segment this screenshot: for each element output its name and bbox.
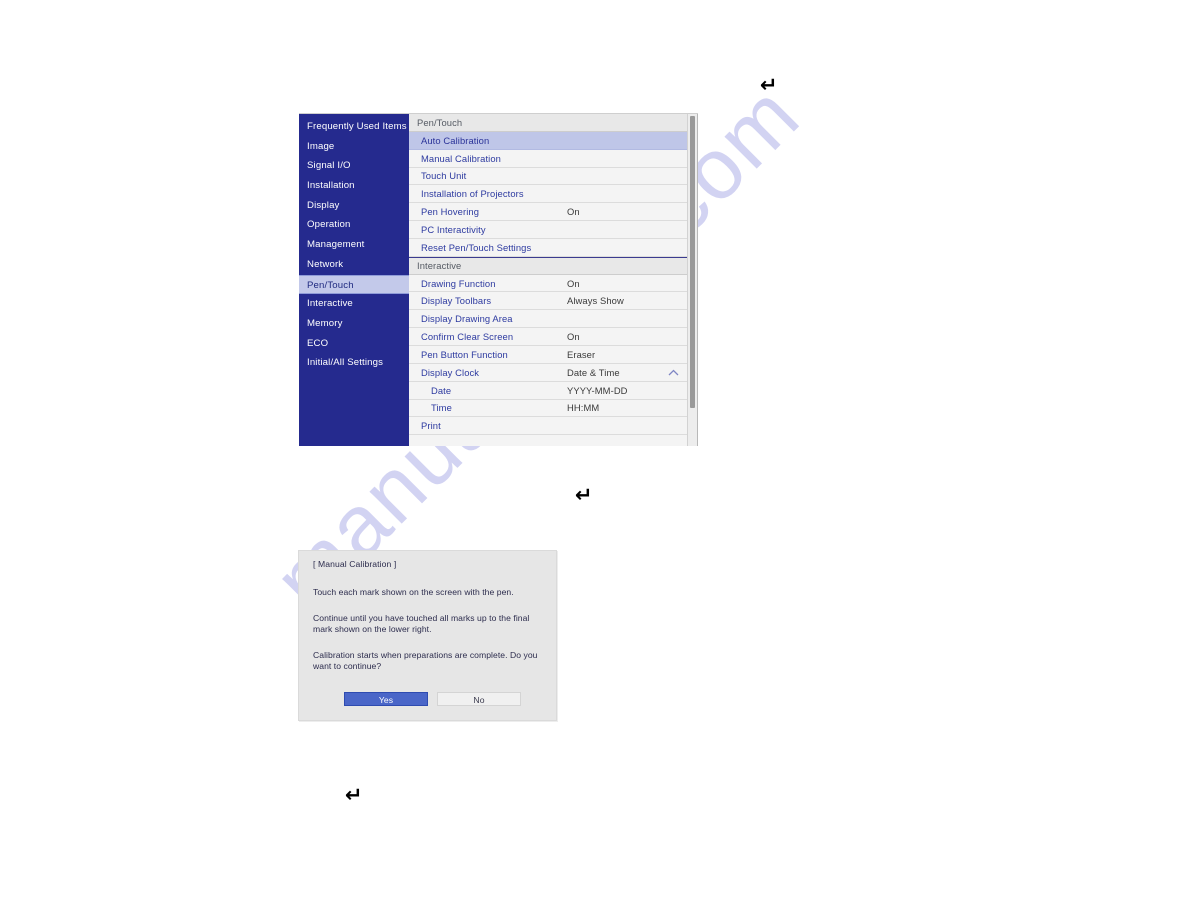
sidebar-item-label: Frequently Used Items	[307, 121, 407, 132]
dialog-paragraph: Calibration starts when preparations are…	[313, 649, 538, 672]
yes-button[interactable]: Yes	[344, 692, 428, 706]
menu-section-pen-touch: Pen/Touch	[409, 114, 687, 132]
menu-row-label: Touch Unit	[421, 170, 467, 182]
sidebar-item-label: Pen/Touch	[307, 279, 354, 291]
menu-row-display-toolbars[interactable]: Display Toolbars Always Show	[409, 292, 687, 311]
menu-row-label: Display Clock	[421, 366, 480, 378]
menu-row-label: Manual Calibration	[421, 152, 501, 164]
menu-row-value: HH:MM	[567, 402, 600, 414]
menu-row-label: Pen Button Function	[421, 348, 508, 360]
sidebar-item-operation[interactable]: Operation	[299, 215, 409, 235]
manual-calibration-dialog: [ Manual Calibration ] Touch each mark s…	[298, 550, 557, 721]
dialog-message-body: Touch each mark shown on the screen with…	[313, 587, 547, 687]
menu-row-value: On	[567, 277, 580, 289]
menu-row-drawing-function[interactable]: Drawing Function On	[409, 274, 687, 293]
menu-rows-list: Pen/Touch Auto Calibration Manual Calibrat…	[409, 114, 687, 446]
menu-row-auto-calibration[interactable]: Auto Calibration	[409, 131, 687, 150]
menu-row-manual-calibration[interactable]: Manual Calibration	[409, 149, 687, 168]
sidebar-item-label: Network	[307, 258, 344, 270]
menu-row-value: On	[567, 331, 580, 343]
projector-settings-menu: Frequently Used Items Image Signal I/O Inst…	[299, 113, 698, 446]
menu-row-pen-button-function[interactable]: Pen Button Function Eraser	[409, 345, 687, 364]
menu-row-touch-unit[interactable]: Touch Unit	[409, 167, 687, 186]
menu-row-label: Display Drawing Area	[421, 313, 513, 325]
menu-sidebar: Frequently Used Items Image Signal I/O Inst…	[299, 114, 409, 446]
menu-row-reset-pen-touch-settings[interactable]: Reset Pen/Touch Settings	[409, 238, 687, 257]
menu-row-display-drawing-area[interactable]: Display Drawing Area	[409, 310, 687, 329]
sidebar-item-image[interactable]: Image	[299, 137, 409, 157]
menu-scrollbar-thumb[interactable]	[690, 116, 695, 408]
sidebar-item-label: Image	[307, 140, 335, 152]
menu-row-label: Auto Calibration	[421, 134, 490, 146]
menu-row-value: On	[567, 206, 580, 218]
menu-row-label: Reset Pen/Touch Settings	[421, 241, 532, 253]
menu-row-value: YYYY-MM-DD	[567, 384, 628, 396]
sidebar-item-label: Installation	[307, 180, 355, 192]
no-button[interactable]: No	[437, 692, 521, 706]
menu-row-label: Time	[431, 402, 452, 414]
sidebar-item-label: Display	[307, 199, 340, 211]
sidebar-item-label: Operation	[307, 219, 351, 231]
enter-key-icon: ↵	[575, 483, 593, 507]
menu-row-label: Display Toolbars	[421, 295, 492, 307]
menu-row-value: Always Show	[567, 295, 624, 307]
menu-row-value: Date & Time	[567, 366, 620, 378]
sidebar-item-installation[interactable]: Installation	[299, 176, 409, 196]
menu-row-label: Confirm Clear Screen	[421, 331, 514, 343]
menu-row-print[interactable]: Print	[409, 417, 687, 436]
menu-row-label: Date	[431, 384, 452, 396]
sidebar-item-label: ECO	[307, 337, 329, 349]
sidebar-item-management[interactable]: Management	[299, 235, 409, 255]
menu-row-pen-hovering[interactable]: Pen Hovering On	[409, 203, 687, 222]
menu-row-label: Print	[421, 420, 441, 432]
enter-key-icon: ↵	[345, 783, 363, 807]
dialog-button-row: Yes No	[344, 692, 521, 706]
sidebar-item-label: Management	[307, 239, 365, 251]
menu-row-label: Interactive	[417, 260, 462, 272]
dialog-paragraph: Continue until you have touched all mark…	[313, 612, 530, 635]
sidebar-item-label: Initial/All Settings	[307, 357, 384, 369]
menu-row-blank[interactable]	[409, 435, 687, 446]
menu-row-pc-interactivity[interactable]: PC Interactivity	[409, 221, 687, 239]
sidebar-item-label: Memory	[307, 317, 343, 329]
dialog-paragraph: Touch each mark shown on the screen with…	[313, 587, 514, 597]
menu-content-pane: Pen/Touch Auto Calibration Manual Calibrat…	[409, 114, 698, 446]
menu-row-label: Pen Hovering	[421, 206, 480, 218]
menu-row-label: Installation of Projectors	[421, 188, 524, 200]
menu-row-label: PC Interactivity	[421, 223, 486, 235]
menu-row-time[interactable]: Time HH:MM	[409, 399, 687, 418]
menu-row-value: Eraser	[567, 348, 596, 360]
sidebar-item-pen-touch[interactable]: Pen/Touch	[299, 274, 409, 295]
sidebar-item-display[interactable]: Display	[299, 196, 409, 216]
menu-row-date[interactable]: Date YYYY-MM-DD	[409, 381, 687, 400]
menu-scrollbar[interactable]	[687, 114, 697, 446]
menu-row-label: Drawing Function	[421, 277, 496, 289]
sidebar-item-network[interactable]: Network	[299, 255, 409, 275]
sidebar-item-label: Interactive	[307, 298, 353, 310]
sidebar-item-signal-i-o[interactable]: Signal I/O	[299, 156, 409, 176]
enter-key-icon: ↵	[760, 73, 778, 97]
menu-row-confirm-clear-screen[interactable]: Confirm Clear Screen On	[409, 328, 687, 346]
sidebar-item-initial-all-settings[interactable]: Initial/All Settings	[299, 353, 409, 373]
sidebar-item-frequently-used-items[interactable]: Frequently Used Items	[299, 117, 409, 137]
menu-row-installation-of-projectors[interactable]: Installation of Projectors	[409, 185, 687, 204]
menu-section-interactive: Interactive	[409, 256, 687, 275]
dialog-title: [ Manual Calibration ]	[313, 559, 397, 569]
menu-row-label: Pen/Touch	[417, 116, 463, 128]
sidebar-item-interactive[interactable]: Interactive	[299, 294, 409, 314]
chevron-up-icon[interactable]	[668, 369, 679, 376]
sidebar-item-label: Signal I/O	[307, 160, 351, 172]
menu-row-display-clock[interactable]: Display Clock Date & Time	[409, 363, 687, 382]
sidebar-item-eco[interactable]: ECO	[299, 334, 409, 354]
sidebar-item-memory[interactable]: Memory	[299, 314, 409, 334]
